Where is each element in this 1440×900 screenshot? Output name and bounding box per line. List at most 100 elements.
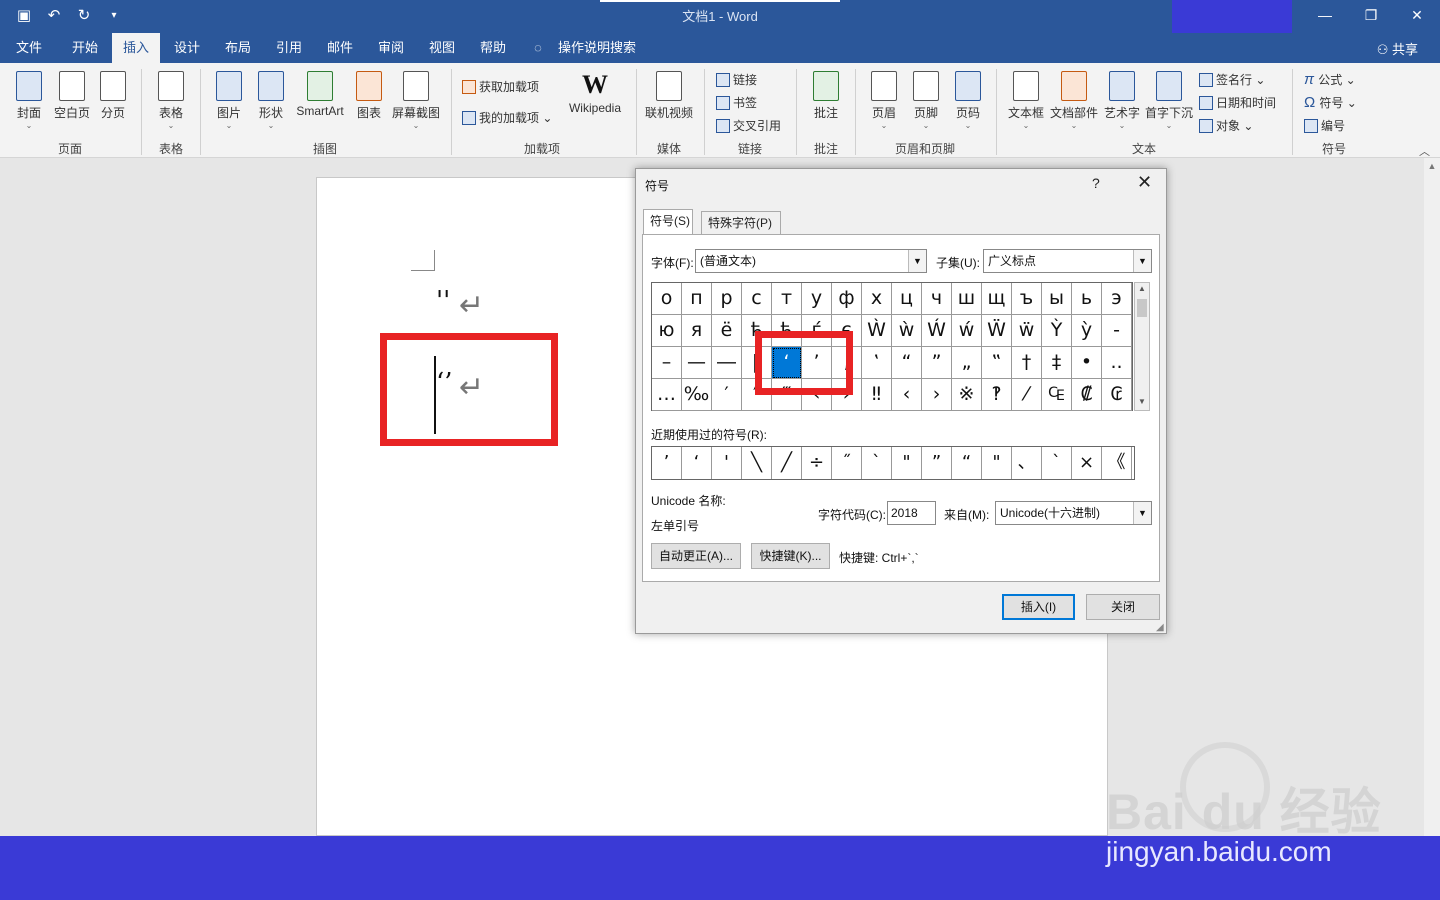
recent-symbol-cell[interactable]: ╲ — [742, 447, 772, 479]
symbol-cell[interactable]: ⁄ — [1012, 379, 1042, 411]
picture-button[interactable]: 图片 ⌄ — [211, 71, 247, 130]
symbol-button[interactable]: Ω 符号 ⌄ — [1304, 94, 1357, 111]
page-number-button[interactable]: 页码 ⌄ — [950, 71, 986, 130]
recent-symbol-cell[interactable]: 、 — [1012, 447, 1042, 479]
symbol-cell[interactable]: ‡ — [1042, 347, 1072, 379]
symbol-cell[interactable]: ※ — [952, 379, 982, 411]
scroll-thumb[interactable] — [1137, 299, 1147, 317]
recent-symbol-cell[interactable]: ˝ — [832, 447, 862, 479]
symbol-cell[interactable]: щ — [982, 283, 1012, 315]
symbol-cell[interactable]: ь — [1072, 283, 1102, 315]
symbol-cell[interactable]: ― — [712, 347, 742, 379]
help-icon[interactable]: ? — [1092, 175, 1100, 191]
symbol-cell[interactable]: ẃ — [952, 315, 982, 347]
symbol-cell[interactable]: т — [772, 283, 802, 315]
shapes-button[interactable]: 形状 ⌄ — [253, 71, 289, 130]
restore-icon[interactable]: ❐ — [1348, 0, 1394, 30]
symbol-cell[interactable]: о — [652, 283, 682, 315]
recent-symbol-cell[interactable]: ˋ — [862, 447, 892, 479]
tab-view[interactable]: 视图 — [419, 33, 465, 63]
recent-symbol-cell[interactable]: ‘ — [682, 447, 712, 479]
recent-symbol-cell[interactable]: 《 — [1102, 447, 1132, 479]
subset-select[interactable]: 广义标点 ▼ — [983, 249, 1152, 273]
close-icon[interactable]: ✕ — [1137, 172, 1152, 193]
symbol-cell[interactable]: ₠ — [1042, 379, 1072, 411]
symbol-cell[interactable]: ₡ — [1072, 379, 1102, 411]
wordart-button[interactable]: 艺术字 ⌄ — [1102, 71, 1142, 130]
recent-symbol-cell[interactable]: ╱ — [772, 447, 802, 479]
tab-layout[interactable]: 布局 — [215, 33, 261, 63]
symbol-cell[interactable]: … — [652, 379, 682, 411]
recent-symbol-cell[interactable]: ` — [1042, 447, 1072, 479]
symbol-cell[interactable]: ё — [712, 315, 742, 347]
symbol-cell[interactable]: † — [1012, 347, 1042, 379]
cancel-button[interactable]: 关闭 — [1086, 594, 1160, 620]
symbol-cell[interactable]: ф — [832, 283, 862, 315]
shortcut-key-button[interactable]: 快捷键(K)... — [751, 543, 830, 569]
scroll-down-icon[interactable]: ▼ — [1135, 397, 1149, 406]
link-button[interactable]: 链接 — [716, 71, 757, 88]
page-break-button[interactable]: 分页 — [96, 71, 130, 121]
tab-insert[interactable]: 插入 — [112, 33, 160, 63]
symbol-cell[interactable]: — — [682, 347, 712, 379]
tab-help[interactable]: 帮助 — [470, 33, 516, 63]
chart-button[interactable]: 图表 — [352, 71, 386, 121]
symbol-cell[interactable]: ” — [922, 347, 952, 379]
symbol-cell[interactable]: ′ — [712, 379, 742, 411]
recent-symbol-cell[interactable]: " — [982, 447, 1012, 479]
symbol-cell[interactable]: › — [922, 379, 952, 411]
resize-grip-icon[interactable]: ◢ — [1156, 622, 1164, 633]
symbol-cell[interactable]: ю — [652, 315, 682, 347]
symbol-cell[interactable]: • — [1072, 347, 1102, 379]
symbol-cell[interactable]: „ — [952, 347, 982, 379]
symbol-cell[interactable]: ъ — [1012, 283, 1042, 315]
symbol-cell[interactable]: ẁ — [892, 315, 922, 347]
new-comment-button[interactable]: 批注 — [808, 71, 844, 121]
from-select[interactable]: Unicode(十六进制) ▼ — [995, 501, 1152, 525]
chevron-down-icon[interactable]: ▼ — [1133, 250, 1151, 272]
symbol-cell[interactable]: ẅ — [1012, 315, 1042, 347]
get-addins-button[interactable]: 获取加载项 — [462, 78, 539, 95]
symbol-cell[interactable]: э — [1102, 283, 1132, 315]
recent-symbol-cell[interactable]: ÷ — [802, 447, 832, 479]
scroll-up-icon[interactable]: ▲ — [1135, 284, 1149, 293]
chevron-down-icon[interactable]: ▼ — [908, 250, 926, 272]
date-time-button[interactable]: 日期和时间 — [1199, 94, 1276, 111]
symbol-cell[interactable]: я — [682, 315, 712, 347]
autocorrect-button[interactable]: 自动更正(A)... — [651, 543, 741, 569]
tab-special-characters[interactable]: 特殊字符(P) — [701, 211, 781, 235]
symbol-cell[interactable]: ‟ — [982, 347, 1012, 379]
tab-references[interactable]: 引用 — [266, 33, 312, 63]
symbol-grid-scrollbar[interactable]: ▲ ▼ — [1134, 282, 1150, 411]
recent-symbol-cell[interactable]: ’ — [652, 447, 682, 479]
recent-symbol-cell[interactable]: ' — [712, 447, 742, 479]
symbol-cell[interactable]: р — [712, 283, 742, 315]
symbol-cell[interactable]: ỳ — [1072, 315, 1102, 347]
recent-symbol-cell[interactable]: “ — [952, 447, 982, 479]
vertical-scrollbar[interactable]: ▲ — [1424, 158, 1440, 836]
save-icon[interactable]: ▣ — [14, 6, 34, 26]
chevron-down-icon[interactable]: ▼ — [1133, 502, 1151, 524]
symbol-cell[interactable]: ‐ — [1102, 315, 1132, 347]
symbol-cell[interactable]: ‰ — [682, 379, 712, 411]
symbol-cell[interactable]: п — [682, 283, 712, 315]
symbol-cell[interactable]: ‽ — [982, 379, 1012, 411]
tab-file[interactable]: 文件 — [8, 33, 50, 63]
customize-qat-icon[interactable]: ▾ — [104, 6, 124, 26]
symbol-cell[interactable]: ‼ — [862, 379, 892, 411]
scroll-up-icon[interactable]: ▲ — [1424, 158, 1440, 174]
undo-icon[interactable]: ↶ — [44, 6, 64, 26]
share-button[interactable]: ⚇ 共享 — [1377, 39, 1418, 58]
cover-page-button[interactable]: 封面 ⌄ — [12, 71, 46, 130]
symbol-cell[interactable]: “ — [892, 347, 922, 379]
object-button[interactable]: 对象 ⌄ — [1199, 117, 1253, 134]
recent-symbol-cell[interactable]: " — [892, 447, 922, 479]
symbol-cell[interactable]: Ẃ — [922, 315, 952, 347]
drop-cap-button[interactable]: 首字下沉 ⌄ — [1142, 71, 1196, 130]
header-button[interactable]: 页眉 ⌄ — [866, 71, 902, 130]
symbol-cell[interactable]: ц — [892, 283, 922, 315]
symbol-cell[interactable]: ч — [922, 283, 952, 315]
font-select[interactable]: (普通文本) ▼ — [695, 249, 927, 273]
recent-symbol-cell[interactable]: ” — [922, 447, 952, 479]
tab-symbols[interactable]: 符号(S) — [643, 209, 693, 236]
